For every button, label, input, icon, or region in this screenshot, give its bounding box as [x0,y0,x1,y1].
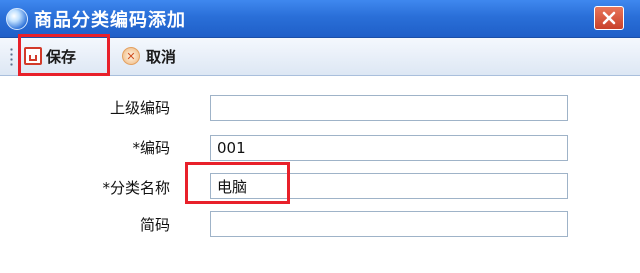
short-code-label: 简码 [139,216,170,234]
short-code-input[interactable] [210,211,568,237]
category-name-label: *分类名称 [102,179,170,197]
toolbar-grip-icon[interactable] [10,47,13,67]
dialog-window: 商品分类编码添加 保存 ✕ 取消 上级编码 *编码 *分类名称 简码 [0,0,640,273]
cancel-button[interactable]: ✕ 取消 [122,43,202,69]
code-input[interactable] [210,135,568,161]
close-icon [602,11,616,25]
highlight-box-category-name [185,162,290,204]
code-label: *编码 [132,139,170,157]
parent-code-input[interactable] [210,95,568,121]
close-button[interactable] [594,6,624,30]
app-logo-icon [6,8,28,30]
parent-code-label: 上级编码 [109,99,170,117]
cancel-label: 取消 [146,47,177,66]
title-bar[interactable]: 商品分类编码添加 [0,0,640,38]
highlight-box-save [18,34,110,76]
window-title: 商品分类编码添加 [34,10,186,31]
cancel-icon: ✕ [122,47,140,65]
